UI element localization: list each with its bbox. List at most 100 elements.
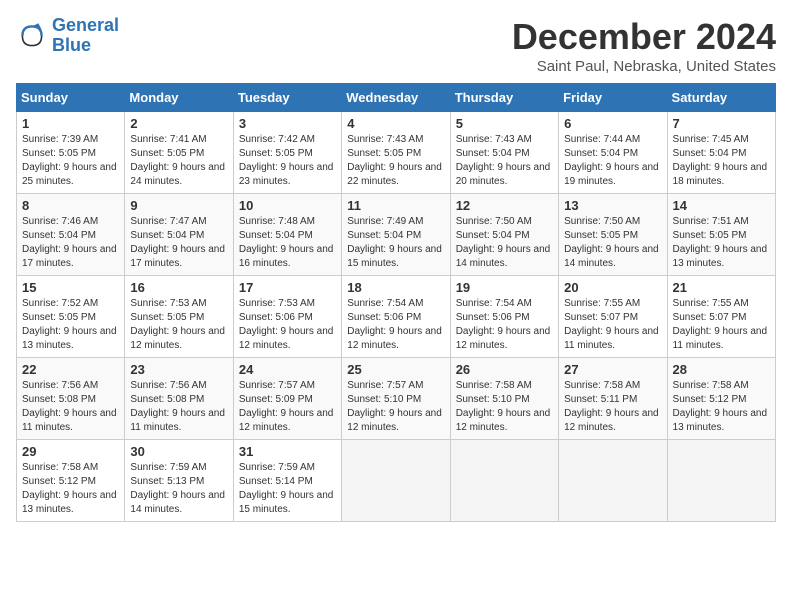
calendar-cell: 28 Sunrise: 7:58 AMSunset: 5:12 PMDayligh… — [667, 358, 775, 440]
day-number: 13 — [564, 198, 661, 213]
day-info: Sunrise: 7:58 AMSunset: 5:11 PMDaylight:… — [564, 379, 661, 435]
day-number: 12 — [456, 198, 553, 213]
month-title: December 2024 — [512, 16, 776, 58]
day-number: 27 — [564, 362, 661, 377]
logo: General Blue — [16, 16, 119, 56]
column-header-monday: Monday — [125, 84, 233, 112]
week-row-3: 15 Sunrise: 7:52 AMSunset: 5:05 PMDayligh… — [17, 276, 776, 358]
day-number: 11 — [347, 198, 444, 213]
day-number: 21 — [673, 280, 770, 295]
calendar-cell — [559, 440, 667, 522]
day-info: Sunrise: 7:43 AMSunset: 5:04 PMDaylight:… — [456, 133, 553, 189]
day-number: 26 — [456, 362, 553, 377]
calendar-cell: 15 Sunrise: 7:52 AMSunset: 5:05 PMDayligh… — [17, 276, 125, 358]
calendar-cell: 27 Sunrise: 7:58 AMSunset: 5:11 PMDayligh… — [559, 358, 667, 440]
week-row-4: 22 Sunrise: 7:56 AMSunset: 5:08 PMDayligh… — [17, 358, 776, 440]
day-number: 10 — [239, 198, 336, 213]
calendar-cell: 20 Sunrise: 7:55 AMSunset: 5:07 PMDayligh… — [559, 276, 667, 358]
calendar-cell: 4 Sunrise: 7:43 AMSunset: 5:05 PMDaylight… — [342, 112, 450, 194]
week-row-5: 29Sunrise: 7:58 AMSunset: 5:12 PMDayligh… — [17, 440, 776, 522]
day-number: 4 — [347, 116, 444, 131]
day-number: 14 — [673, 198, 770, 213]
title-area: December 2024 Saint Paul, Nebraska, Unit… — [512, 16, 776, 75]
calendar-cell: 5 Sunrise: 7:43 AMSunset: 5:04 PMDaylight… — [450, 112, 558, 194]
day-number: 22 — [22, 362, 119, 377]
header: General Blue December 2024 Saint Paul, N… — [16, 16, 776, 75]
calendar-cell — [667, 440, 775, 522]
day-info: Sunrise: 7:53 AMSunset: 5:06 PMDaylight:… — [239, 297, 336, 353]
day-number: 16 — [130, 280, 227, 295]
day-number: 24 — [239, 362, 336, 377]
day-info: Sunrise: 7:54 AMSunset: 5:06 PMDaylight:… — [456, 297, 553, 353]
logo-text: General Blue — [52, 16, 119, 56]
header-row: SundayMondayTuesdayWednesdayThursdayFrid… — [17, 84, 776, 112]
calendar-cell: 18 Sunrise: 7:54 AMSunset: 5:06 PMDayligh… — [342, 276, 450, 358]
calendar-cell — [450, 440, 558, 522]
calendar-cell: 7 Sunrise: 7:45 AMSunset: 5:04 PMDaylight… — [667, 112, 775, 194]
day-number: 23 — [130, 362, 227, 377]
day-number: 19 — [456, 280, 553, 295]
calendar-cell — [342, 440, 450, 522]
calendar-cell: 23Sunrise: 7:56 AMSunset: 5:08 PMDayligh… — [125, 358, 233, 440]
column-header-friday: Friday — [559, 84, 667, 112]
calendar-cell: 12Sunrise: 7:50 AMSunset: 5:04 PMDayligh… — [450, 194, 558, 276]
calendar-cell: 10 Sunrise: 7:48 AMSunset: 5:04 PMDayligh… — [233, 194, 341, 276]
week-row-1: 1Sunrise: 7:39 AMSunset: 5:05 PMDaylight… — [17, 112, 776, 194]
day-info: Sunrise: 7:58 AMSunset: 5:12 PMDaylight:… — [673, 379, 770, 435]
calendar-cell: 21 Sunrise: 7:55 AMSunset: 5:07 PMDayligh… — [667, 276, 775, 358]
day-number: 6 — [564, 116, 661, 131]
calendar-cell: 1Sunrise: 7:39 AMSunset: 5:05 PMDaylight… — [17, 112, 125, 194]
day-info: Sunrise: 7:56 AMSunset: 5:08 PMDaylight:… — [22, 379, 119, 435]
day-number: 3 — [239, 116, 336, 131]
calendar-cell: 24Sunrise: 7:57 AMSunset: 5:09 PMDayligh… — [233, 358, 341, 440]
calendar-cell: 31Sunrise: 7:59 AMSunset: 5:14 PMDayligh… — [233, 440, 341, 522]
location-title: Saint Paul, Nebraska, United States — [512, 58, 776, 75]
calendar-cell: 17 Sunrise: 7:53 AMSunset: 5:06 PMDayligh… — [233, 276, 341, 358]
calendar-cell: 25Sunrise: 7:57 AMSunset: 5:10 PMDayligh… — [342, 358, 450, 440]
day-info: Sunrise: 7:48 AMSunset: 5:04 PMDaylight:… — [239, 215, 336, 271]
calendar-cell: 3Sunrise: 7:42 AMSunset: 5:05 PMDaylight… — [233, 112, 341, 194]
day-info: Sunrise: 7:58 AMSunset: 5:12 PMDaylight:… — [22, 461, 119, 517]
day-info: Sunrise: 7:44 AMSunset: 5:04 PMDaylight:… — [564, 133, 661, 189]
calendar-cell: 30Sunrise: 7:59 AMSunset: 5:13 PMDayligh… — [125, 440, 233, 522]
day-info: Sunrise: 7:53 AMSunset: 5:05 PMDaylight:… — [130, 297, 227, 353]
calendar-cell: 6 Sunrise: 7:44 AMSunset: 5:04 PMDaylight… — [559, 112, 667, 194]
day-info: Sunrise: 7:59 AMSunset: 5:14 PMDaylight:… — [239, 461, 336, 517]
column-header-wednesday: Wednesday — [342, 84, 450, 112]
calendar-cell: 8Sunrise: 7:46 AMSunset: 5:04 PMDaylight… — [17, 194, 125, 276]
calendar-cell: 14 Sunrise: 7:51 AMSunset: 5:05 PMDayligh… — [667, 194, 775, 276]
day-number: 18 — [347, 280, 444, 295]
day-number: 17 — [239, 280, 336, 295]
day-info: Sunrise: 7:58 AMSunset: 5:10 PMDaylight:… — [456, 379, 553, 435]
logo-line2: Blue — [52, 36, 119, 56]
column-header-saturday: Saturday — [667, 84, 775, 112]
day-info: Sunrise: 7:50 AMSunset: 5:05 PMDaylight:… — [564, 215, 661, 271]
day-number: 30 — [130, 444, 227, 459]
day-number: 28 — [673, 362, 770, 377]
day-number: 7 — [673, 116, 770, 131]
day-number: 20 — [564, 280, 661, 295]
logo-line1: General — [52, 15, 119, 35]
calendar-cell: 29Sunrise: 7:58 AMSunset: 5:12 PMDayligh… — [17, 440, 125, 522]
column-header-sunday: Sunday — [17, 84, 125, 112]
logo-icon — [16, 20, 48, 52]
day-info: Sunrise: 7:54 AMSunset: 5:06 PMDaylight:… — [347, 297, 444, 353]
day-info: Sunrise: 7:45 AMSunset: 5:04 PMDaylight:… — [673, 133, 770, 189]
day-number: 5 — [456, 116, 553, 131]
day-info: Sunrise: 7:41 AMSunset: 5:05 PMDaylight:… — [130, 133, 227, 189]
day-info: Sunrise: 7:52 AMSunset: 5:05 PMDaylight:… — [22, 297, 119, 353]
calendar-cell: 9Sunrise: 7:47 AMSunset: 5:04 PMDaylight… — [125, 194, 233, 276]
day-info: Sunrise: 7:51 AMSunset: 5:05 PMDaylight:… — [673, 215, 770, 271]
day-number: 1 — [22, 116, 119, 131]
day-info: Sunrise: 7:55 AMSunset: 5:07 PMDaylight:… — [673, 297, 770, 353]
calendar-cell: 16 Sunrise: 7:53 AMSunset: 5:05 PMDayligh… — [125, 276, 233, 358]
calendar-cell: 26 Sunrise: 7:58 AMSunset: 5:10 PMDayligh… — [450, 358, 558, 440]
day-number: 15 — [22, 280, 119, 295]
day-info: Sunrise: 7:43 AMSunset: 5:05 PMDaylight:… — [347, 133, 444, 189]
day-info: Sunrise: 7:49 AMSunset: 5:04 PMDaylight:… — [347, 215, 444, 271]
day-info: Sunrise: 7:55 AMSunset: 5:07 PMDaylight:… — [564, 297, 661, 353]
week-row-2: 8Sunrise: 7:46 AMSunset: 5:04 PMDaylight… — [17, 194, 776, 276]
calendar-cell: 19 Sunrise: 7:54 AMSunset: 5:06 PMDayligh… — [450, 276, 558, 358]
column-header-tuesday: Tuesday — [233, 84, 341, 112]
day-info: Sunrise: 7:46 AMSunset: 5:04 PMDaylight:… — [22, 215, 119, 271]
